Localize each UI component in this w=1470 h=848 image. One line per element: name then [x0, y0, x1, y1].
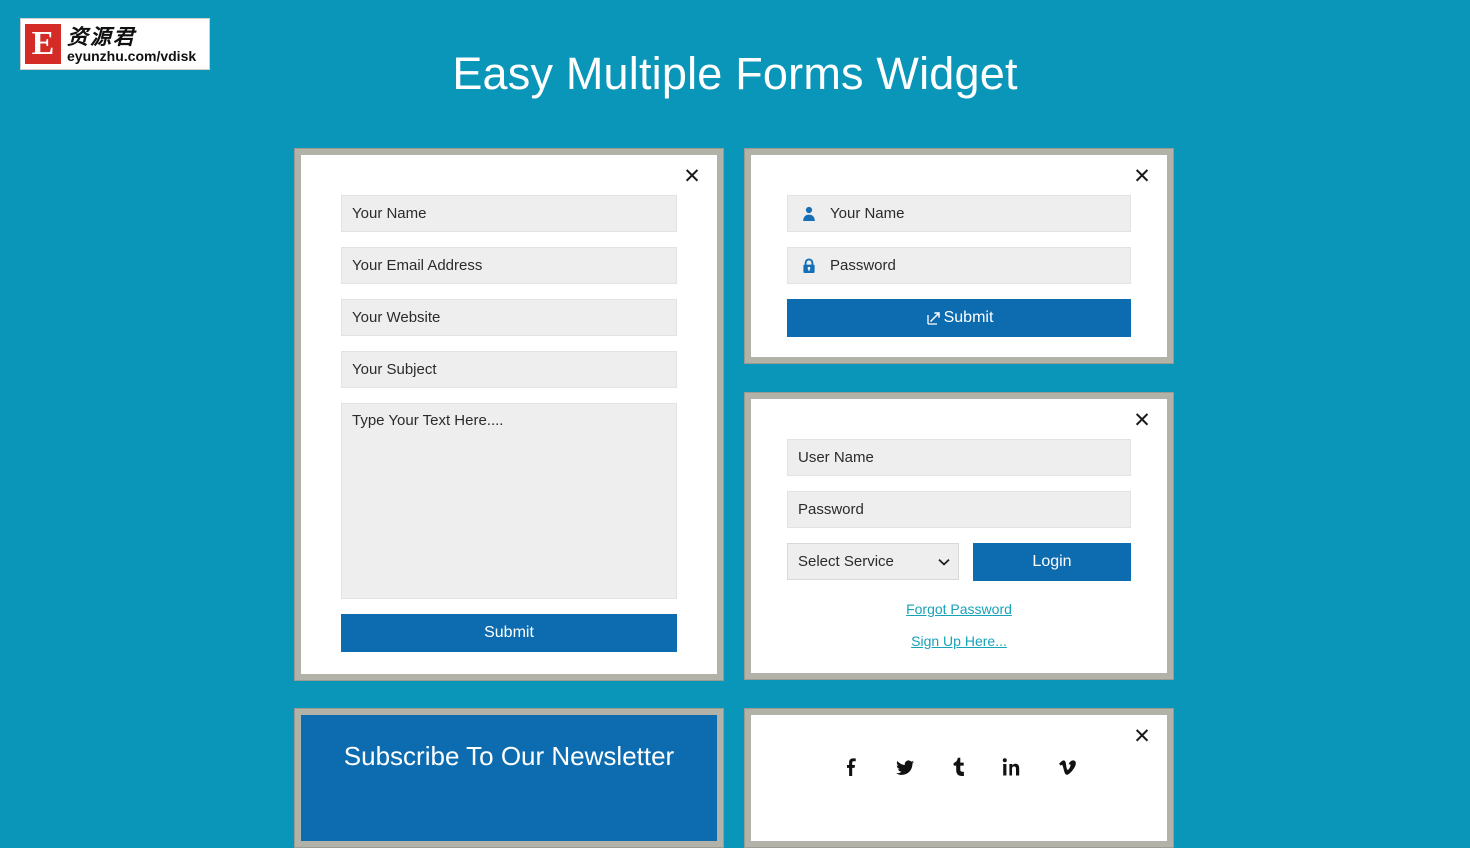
close-icon[interactable]: ✕	[1131, 409, 1153, 431]
service-login-body: ✕ User Name Password Select Service Logi…	[751, 399, 1167, 673]
login-submit-button[interactable]: Submit	[787, 299, 1131, 337]
service-select[interactable]: Select Service	[787, 543, 959, 580]
contact-form-fields: Your Name Your Email Address Your Websit…	[301, 155, 717, 652]
social-icon-row	[751, 715, 1167, 779]
twitter-icon[interactable]	[893, 755, 917, 779]
facebook-icon[interactable]	[839, 755, 863, 779]
service-login-row: Select Service Login	[787, 543, 1131, 581]
email-input[interactable]: Your Email Address	[341, 247, 677, 284]
login-name-input[interactable]: Your Name	[787, 195, 1131, 232]
newsletter-body: Subscribe To Our Newsletter	[301, 715, 717, 841]
vimeo-icon[interactable]	[1055, 755, 1079, 779]
login-password-input[interactable]: Password	[787, 247, 1131, 284]
close-icon[interactable]: ✕	[1131, 725, 1153, 747]
message-textarea[interactable]: Type Your Text Here....	[341, 403, 677, 599]
newsletter-card: Subscribe To Our Newsletter	[294, 708, 724, 848]
login-form-card: ✕ Your Name Password Submit	[744, 148, 1174, 364]
signup-link[interactable]: Sign Up Here...	[787, 633, 1131, 649]
chevron-down-icon	[938, 553, 950, 570]
login-form-fields: Your Name Password Submit	[751, 155, 1167, 337]
website-input[interactable]: Your Website	[341, 299, 677, 336]
contact-form-card: ✕ Your Name Your Email Address Your Webs…	[294, 148, 724, 681]
social-card: ✕	[744, 708, 1174, 848]
submit-button[interactable]: Submit	[341, 614, 677, 652]
person-icon	[798, 206, 820, 222]
email-input-placeholder: Your Email Address	[352, 257, 483, 274]
linkedin-icon[interactable]	[1001, 755, 1025, 779]
subject-input-placeholder: Your Subject	[352, 361, 437, 378]
external-link-icon	[925, 310, 942, 327]
login-button[interactable]: Login	[973, 543, 1131, 581]
username-input[interactable]: User Name	[787, 439, 1131, 476]
service-password-input[interactable]: Password	[787, 491, 1131, 528]
login-form-body: ✕ Your Name Password Submit	[751, 155, 1167, 357]
website-input-placeholder: Your Website	[352, 309, 441, 326]
close-icon[interactable]: ✕	[681, 165, 703, 187]
tumblr-icon[interactable]	[947, 755, 971, 779]
lock-icon	[798, 258, 820, 274]
login-submit-label: Submit	[943, 309, 994, 326]
page-title: Easy Multiple Forms Widget	[452, 48, 1018, 99]
login-button-label: Login	[1032, 553, 1072, 570]
close-icon[interactable]: ✕	[1131, 165, 1153, 187]
message-textarea-placeholder: Type Your Text Here....	[352, 412, 504, 429]
service-login-fields: User Name Password Select Service Login	[751, 399, 1167, 649]
social-body: ✕	[751, 715, 1167, 841]
username-input-placeholder: User Name	[798, 449, 874, 466]
contact-form-body: ✕ Your Name Your Email Address Your Webs…	[301, 155, 717, 674]
service-password-placeholder: Password	[798, 501, 864, 518]
logo-chinese-name: 资源君	[67, 23, 136, 49]
forgot-password-link[interactable]: Forgot Password	[787, 601, 1131, 617]
login-password-placeholder: Password	[830, 257, 896, 274]
subject-input[interactable]: Your Subject	[341, 351, 677, 388]
name-input[interactable]: Your Name	[341, 195, 677, 232]
login-name-placeholder: Your Name	[830, 205, 905, 222]
service-login-card: ✕ User Name Password Select Service Logi…	[744, 392, 1174, 680]
service-select-value: Select Service	[798, 553, 894, 570]
newsletter-title: Subscribe To Our Newsletter	[343, 741, 675, 771]
name-input-placeholder: Your Name	[352, 205, 427, 222]
submit-button-label: Submit	[484, 624, 534, 641]
